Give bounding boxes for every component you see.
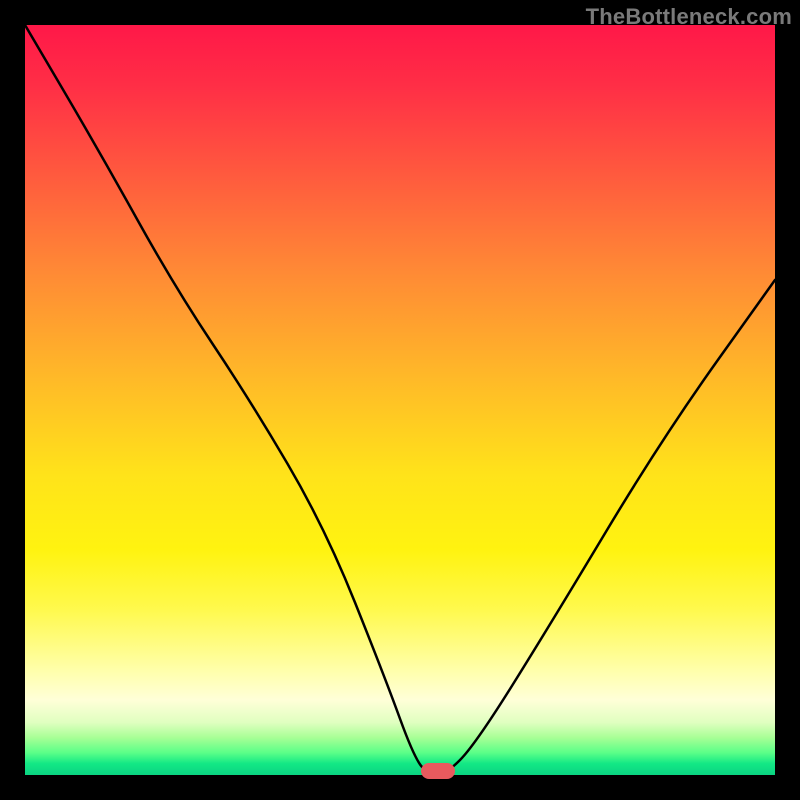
- plot-area: [25, 25, 775, 775]
- curve-path: [25, 25, 775, 775]
- chart-container: TheBottleneck.com: [0, 0, 800, 800]
- optimal-marker: [421, 763, 455, 779]
- bottleneck-curve: [25, 25, 775, 775]
